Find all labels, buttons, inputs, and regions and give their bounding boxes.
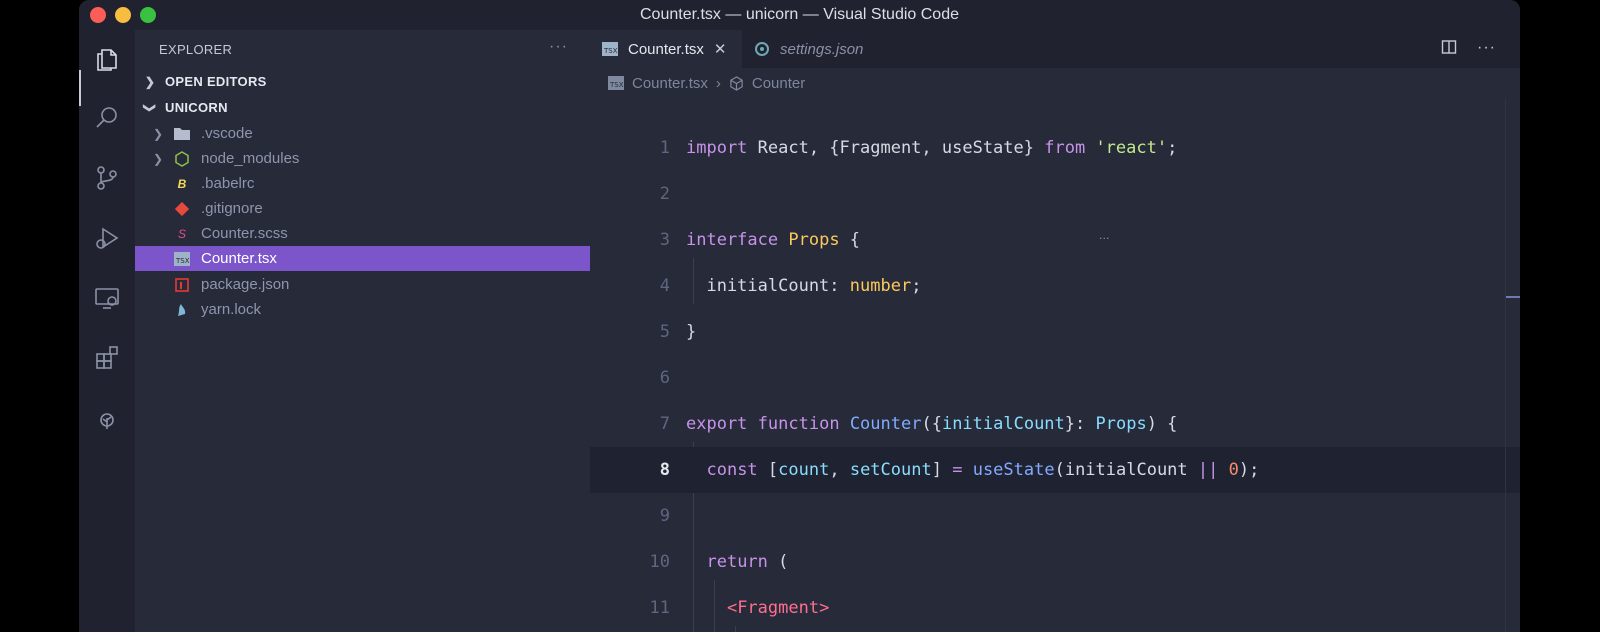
line-text: import React, {Fragment, useState} from …	[686, 138, 1178, 158]
line-text: interface Props {	[686, 230, 861, 250]
breadcrumb: TSX Counter.tsx › Counter	[590, 68, 1520, 98]
line-text: <Fragment>	[726, 598, 830, 618]
line-number: 6	[659, 368, 670, 388]
code-line[interactable]: 5 }	[590, 309, 1520, 355]
code-line[interactable]: 7 export function Counter({initialCount}…	[590, 401, 1520, 447]
window-controls	[90, 7, 156, 23]
close-window-button[interactable]	[90, 7, 106, 23]
more-actions-icon[interactable]: ···	[1477, 39, 1496, 60]
tab-counter-tsx[interactable]: TSX Counter.tsx ✕	[590, 30, 742, 68]
line-text: const [count, setCount] = useState(initi…	[706, 460, 1260, 480]
babel-icon: B	[177, 176, 187, 191]
tsx-icon: TSX	[602, 42, 618, 56]
project-section[interactable]: ❯ UNICORN	[143, 100, 228, 115]
yarn-icon	[173, 301, 191, 319]
git-icon	[173, 200, 191, 218]
tree-item-gitignore[interactable]: .gitignore	[135, 196, 590, 221]
line-number: 1	[659, 138, 670, 158]
code-line[interactable]: 10 return (	[590, 539, 1520, 585]
editor-area: TSX Counter.tsx ✕ settings.json ··· TSX	[590, 30, 1520, 632]
run-debug-icon[interactable]	[91, 222, 123, 254]
code-line[interactable]: 1 import React, {Fragment, useState} fro…	[590, 125, 1520, 171]
code-line[interactable]: 4 initialCount: number;	[590, 263, 1520, 309]
line-number: 10	[649, 552, 670, 572]
tree-item-counter-tsx[interactable]: TSX Counter.tsx	[135, 246, 590, 271]
tab-label: settings.json	[780, 40, 864, 58]
cube-icon	[729, 75, 744, 91]
line-number: 3	[659, 230, 670, 250]
section-label: UNICORN	[165, 100, 228, 115]
tree-item-counter-scss[interactable]: S Counter.scss	[135, 221, 590, 246]
remote-explorer-icon[interactable]	[91, 282, 123, 314]
explorer-sidebar: EXPLORER ··· ❯ OPEN EDITORS ❯ UNICORN ❯ …	[135, 30, 590, 632]
search-icon[interactable]	[91, 102, 123, 134]
extensions-icon[interactable]	[91, 342, 123, 374]
folder-icon	[173, 125, 191, 143]
code-line[interactable]: 11 <Fragment>	[590, 585, 1520, 631]
source-control-icon[interactable]	[91, 162, 123, 194]
vertical-scrollbar[interactable]	[1505, 98, 1520, 632]
svg-text:TSX: TSX	[603, 47, 618, 55]
section-label: OPEN EDITORS	[165, 74, 267, 89]
active-indicator	[79, 70, 81, 106]
scroll-position-marker	[1506, 296, 1520, 298]
maximize-window-button[interactable]	[140, 7, 156, 23]
files-icon[interactable]	[91, 42, 123, 74]
tab-label: Counter.tsx	[628, 40, 704, 58]
split-editor-icon[interactable]	[1441, 39, 1457, 60]
tree-item-node-modules[interactable]: ❯ node_modules	[135, 146, 590, 171]
tree-item-vscode[interactable]: ❯ .vscode	[135, 121, 590, 146]
code-line-current[interactable]: 8 const [count, setCount] = useState(ini…	[590, 447, 1520, 493]
svg-text:TSX: TSX	[175, 257, 190, 265]
activity-bar	[79, 30, 135, 632]
tsx-icon: TSX	[173, 250, 191, 268]
code-editor[interactable]: 1 import React, {Fragment, useState} fro…	[590, 98, 1520, 632]
line-text: return (	[706, 552, 789, 572]
open-editors-section[interactable]: ❯ OPEN EDITORS	[143, 74, 267, 89]
more-actions-icon[interactable]: ···	[549, 38, 568, 56]
tree-item-babelrc[interactable]: B .babelrc	[135, 171, 590, 196]
node-folder-icon	[173, 150, 191, 168]
title-bar: Counter.tsx — unicorn — Visual Studio Co…	[79, 0, 1520, 30]
tree-icon[interactable]	[91, 402, 123, 434]
svg-text:TSX: TSX	[609, 81, 624, 89]
vscode-window: Counter.tsx — unicorn — Visual Studio Co…	[79, 0, 1520, 632]
code-line[interactable]: 6	[590, 355, 1520, 401]
line-number: 4	[659, 276, 670, 296]
settings-json-icon	[754, 41, 770, 57]
tree-item-yarn-lock[interactable]: yarn.lock	[135, 297, 590, 322]
npm-icon	[173, 276, 191, 294]
line-text: }	[686, 322, 697, 342]
tree-item-package-json[interactable]: package.json	[135, 272, 590, 297]
chevron-right-icon: ›	[715, 74, 721, 92]
breadcrumb-symbol[interactable]: Counter	[752, 75, 805, 92]
chevron-right-icon: ❯	[153, 126, 164, 141]
window-title: Counter.tsx — unicorn — Visual Studio Co…	[640, 6, 959, 23]
chevron-right-icon: ❯	[144, 74, 156, 89]
line-number: 11	[649, 598, 670, 618]
sass-icon: S	[177, 226, 186, 241]
code-line[interactable]: 2	[590, 171, 1520, 217]
line-number: 5	[659, 322, 670, 342]
chevron-down-icon: ❯	[143, 102, 157, 113]
line-number: 2	[659, 184, 670, 204]
minimize-window-button[interactable]	[115, 7, 131, 23]
breadcrumb-file[interactable]: Counter.tsx	[632, 75, 708, 92]
line-text: initialCount: number;	[686, 276, 922, 296]
line-number: 8	[659, 460, 670, 480]
code-line[interactable]: 3 interface Props {	[590, 217, 1520, 263]
chevron-right-icon: ❯	[153, 151, 164, 166]
line-text: export function Counter({initialCount}: …	[686, 414, 1178, 434]
line-number: 9	[659, 506, 670, 526]
code-line[interactable]: 9	[590, 493, 1520, 539]
tab-settings-json[interactable]: settings.json	[742, 30, 908, 68]
close-icon[interactable]: ✕	[714, 40, 727, 58]
tab-bar: TSX Counter.tsx ✕ settings.json ···	[590, 30, 1520, 68]
explorer-header: EXPLORER	[159, 42, 233, 57]
tsx-icon: TSX	[608, 76, 624, 90]
line-number: 7	[659, 414, 670, 434]
editor-actions: ···	[1441, 39, 1496, 60]
